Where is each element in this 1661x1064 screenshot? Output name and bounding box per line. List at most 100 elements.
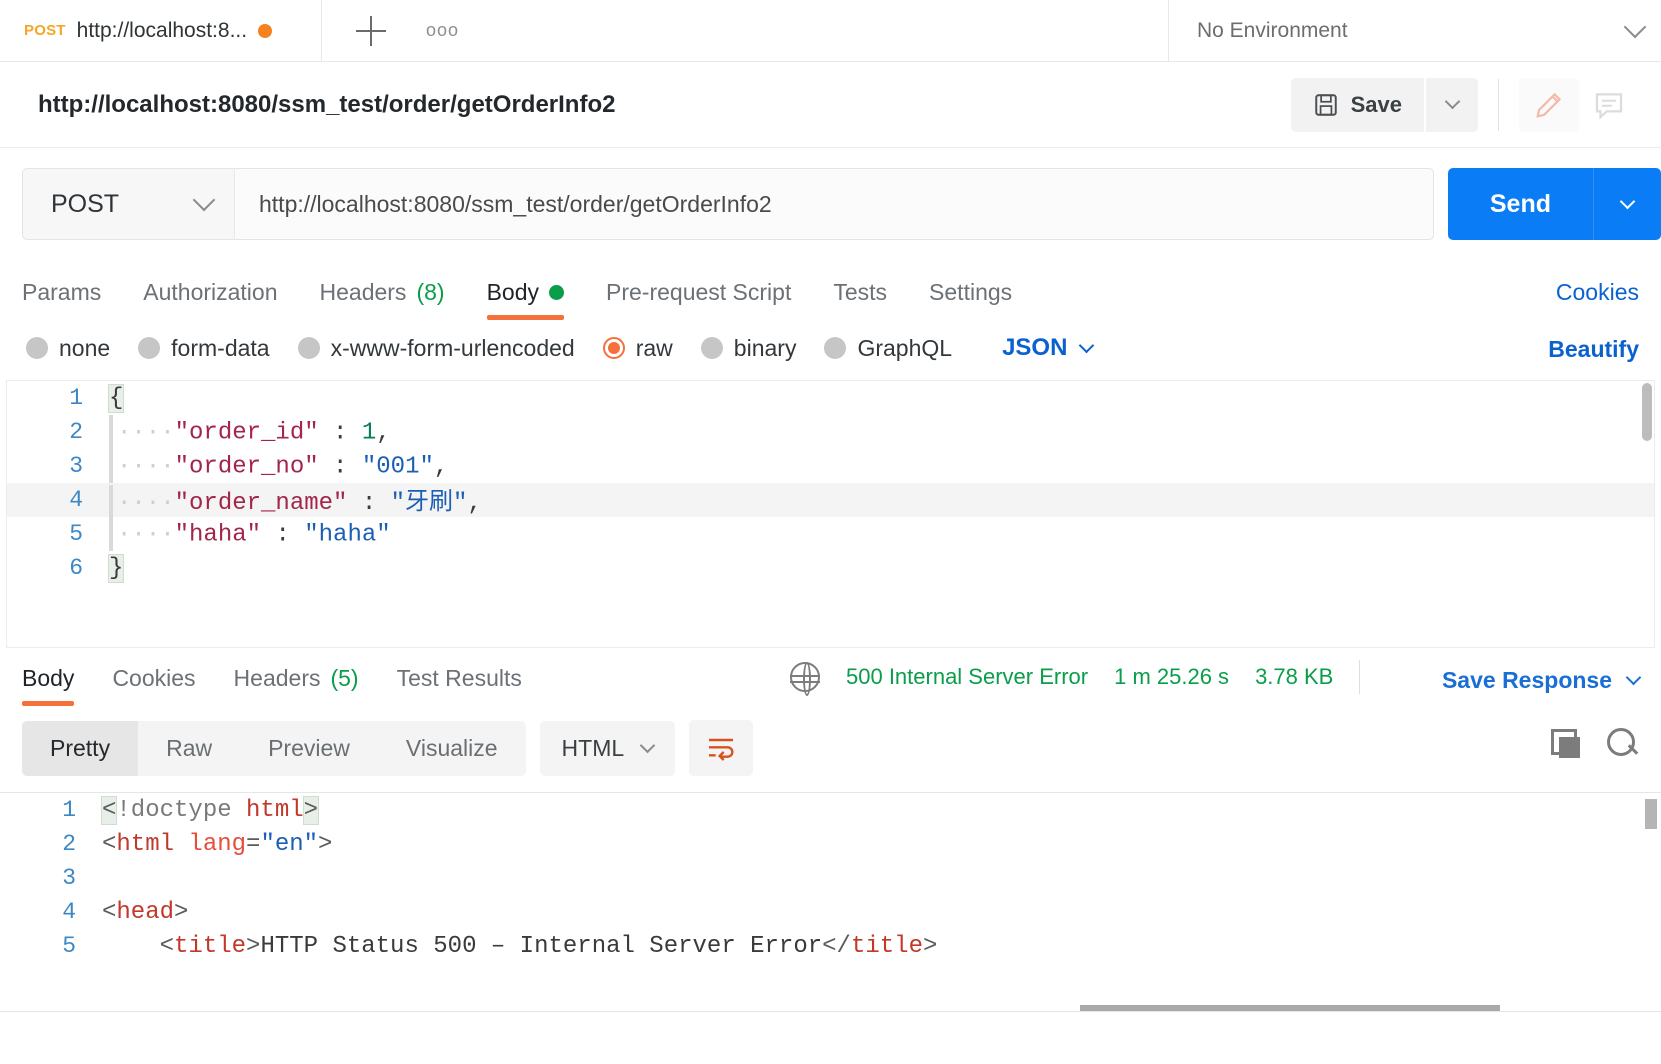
body-type-binary[interactable]: binary [700, 335, 796, 362]
http-method-select[interactable]: POST [22, 168, 234, 240]
response-actions [1551, 728, 1637, 758]
tag-name: html [116, 830, 175, 858]
ellipsis-icon[interactable]: ooo [426, 20, 459, 41]
request-body-editor[interactable]: 1 { 2 ····"order_id" : 1, 3 ····"order_n… [6, 380, 1655, 648]
view-pretty[interactable]: Pretty [22, 720, 139, 776]
radio-label: form-data [171, 334, 270, 361]
line-content: } [103, 553, 125, 583]
angle-close: > [174, 898, 189, 926]
chevron-down-icon [1619, 193, 1636, 209]
copy-icon[interactable] [1551, 729, 1580, 758]
tab-settings[interactable]: Settings [929, 279, 1012, 320]
angle-open-end: </ [822, 932, 851, 960]
tab-params[interactable]: Params [22, 279, 101, 320]
tab-label: Pre-request Script [606, 279, 792, 305]
response-body-viewer[interactable]: 1 <!doctype html> 2 <html lang="en"> 3 4… [0, 792, 1661, 1012]
tab-label: Settings [929, 279, 1013, 305]
request-tabs: Params Authorization Headers (8) Body Pr… [0, 260, 1661, 320]
headers-count: (8) [416, 279, 445, 305]
save-response-button[interactable]: Save Response [1442, 667, 1642, 694]
beautify-link[interactable]: Beautify [1548, 336, 1639, 363]
plus-icon[interactable] [356, 15, 386, 46]
view-raw[interactable]: Raw [138, 721, 240, 776]
raw-format-select[interactable]: JSON [1002, 334, 1095, 362]
tab-headers[interactable]: Headers (8) [320, 279, 445, 320]
view-preview[interactable]: Preview [240, 721, 378, 776]
tab-label: Params [22, 279, 102, 305]
line-number: 5 [62, 933, 76, 959]
body-type-none[interactable]: none [26, 335, 110, 362]
doctype-keyword: !doctype [116, 796, 247, 824]
editor-scrollbar[interactable] [1642, 383, 1652, 441]
body-type-form-data[interactable]: form-data [138, 334, 270, 362]
floppy-disk-icon [1314, 93, 1337, 116]
line-content: ····"haha" : "haha" [103, 517, 391, 551]
save-button[interactable]: Save [1290, 77, 1424, 132]
divider [1359, 660, 1361, 694]
angle-open: < [102, 898, 117, 926]
body-type-urlencoded[interactable]: x-www-form-urlencoded [297, 334, 575, 362]
url-input[interactable] [234, 168, 1434, 240]
colon: : [275, 521, 290, 549]
page-title: http://localhost:8080/ssm_test/order/get… [38, 90, 616, 118]
response-horizontal-scrollbar[interactable] [1080, 1005, 1500, 1011]
json-key: "order_name" [174, 489, 348, 517]
colon: : [333, 453, 348, 481]
edit-request-button[interactable] [1519, 77, 1579, 132]
response-scrollbar[interactable] [1645, 799, 1657, 829]
angle-close: > [318, 830, 333, 858]
view-visualize[interactable]: Visualize [378, 721, 526, 776]
json-key: "order_id" [174, 419, 319, 447]
radio-selected-icon [602, 337, 625, 359]
send-button[interactable]: Send [1447, 168, 1593, 240]
indent-dots: ···· [117, 521, 175, 549]
word-wrap-button[interactable] [689, 720, 754, 776]
cookies-link[interactable]: Cookies [1556, 279, 1639, 306]
unsaved-dot-icon [258, 23, 273, 38]
response-view-segments: Pretty Raw Preview Visualize [22, 720, 526, 776]
line-number: 2 [69, 419, 83, 445]
code-line: 3 [0, 861, 1661, 895]
body-type-graphql[interactable]: GraphQL [824, 335, 952, 362]
comment-button[interactable] [1579, 78, 1639, 132]
response-time: 1 m 25.26 s [1114, 664, 1230, 689]
chevron-down-icon [1625, 669, 1642, 686]
save-options-button[interactable] [1426, 77, 1478, 132]
response-tab-test-results[interactable]: Test Results [397, 665, 522, 706]
attr-name: lang [188, 830, 247, 858]
response-tab-body[interactable]: Body [22, 665, 75, 706]
tab-pre-request-script[interactable]: Pre-request Script [606, 279, 791, 320]
radio-icon [824, 337, 847, 359]
response-format-select[interactable]: HTML [539, 720, 676, 776]
code-line: 5 <title>HTTP Status 500 – Internal Serv… [0, 929, 1661, 963]
radio-label: none [59, 334, 111, 361]
tab-authorization[interactable]: Authorization [143, 279, 277, 320]
tab-tests[interactable]: Tests [833, 279, 887, 320]
body-type-raw[interactable]: raw [602, 334, 673, 362]
search-icon[interactable] [1607, 728, 1637, 758]
request-body-code[interactable]: 1 { 2 ····"order_id" : 1, 3 ····"order_n… [7, 381, 1654, 585]
request-tab-url: http://localhost:8... [76, 18, 248, 42]
tab-actions: ooo [322, 0, 1169, 61]
fold-bar [109, 449, 113, 483]
comma: , [467, 489, 482, 517]
globe-icon [790, 662, 820, 696]
response-tab-cookies[interactable]: Cookies [112, 665, 195, 706]
comment-icon [1595, 92, 1623, 120]
response-tab-headers[interactable]: Headers (5) [234, 665, 359, 706]
send-options-button[interactable] [1593, 168, 1661, 240]
environment-selector[interactable]: No Environment [1169, 0, 1661, 61]
tag-name-end: title [850, 932, 923, 960]
radio-label: x-www-form-urlencoded [330, 334, 575, 361]
code-line: 2 ····"order_id" : 1, [7, 415, 1654, 449]
request-tab[interactable]: POST http://localhost:8... [0, 0, 322, 61]
close-brace: } [107, 553, 125, 583]
tab-body[interactable]: Body [486, 279, 565, 320]
line-content: ····"order_no" : "001", [103, 449, 448, 483]
json-string: "001" [361, 453, 434, 481]
raw-format-value: JSON [1002, 334, 1068, 361]
indent-dots: ···· [117, 419, 175, 447]
angle-open: < [159, 932, 175, 960]
environment-label: No Environment [1197, 18, 1348, 42]
radio-label: raw [635, 334, 673, 361]
